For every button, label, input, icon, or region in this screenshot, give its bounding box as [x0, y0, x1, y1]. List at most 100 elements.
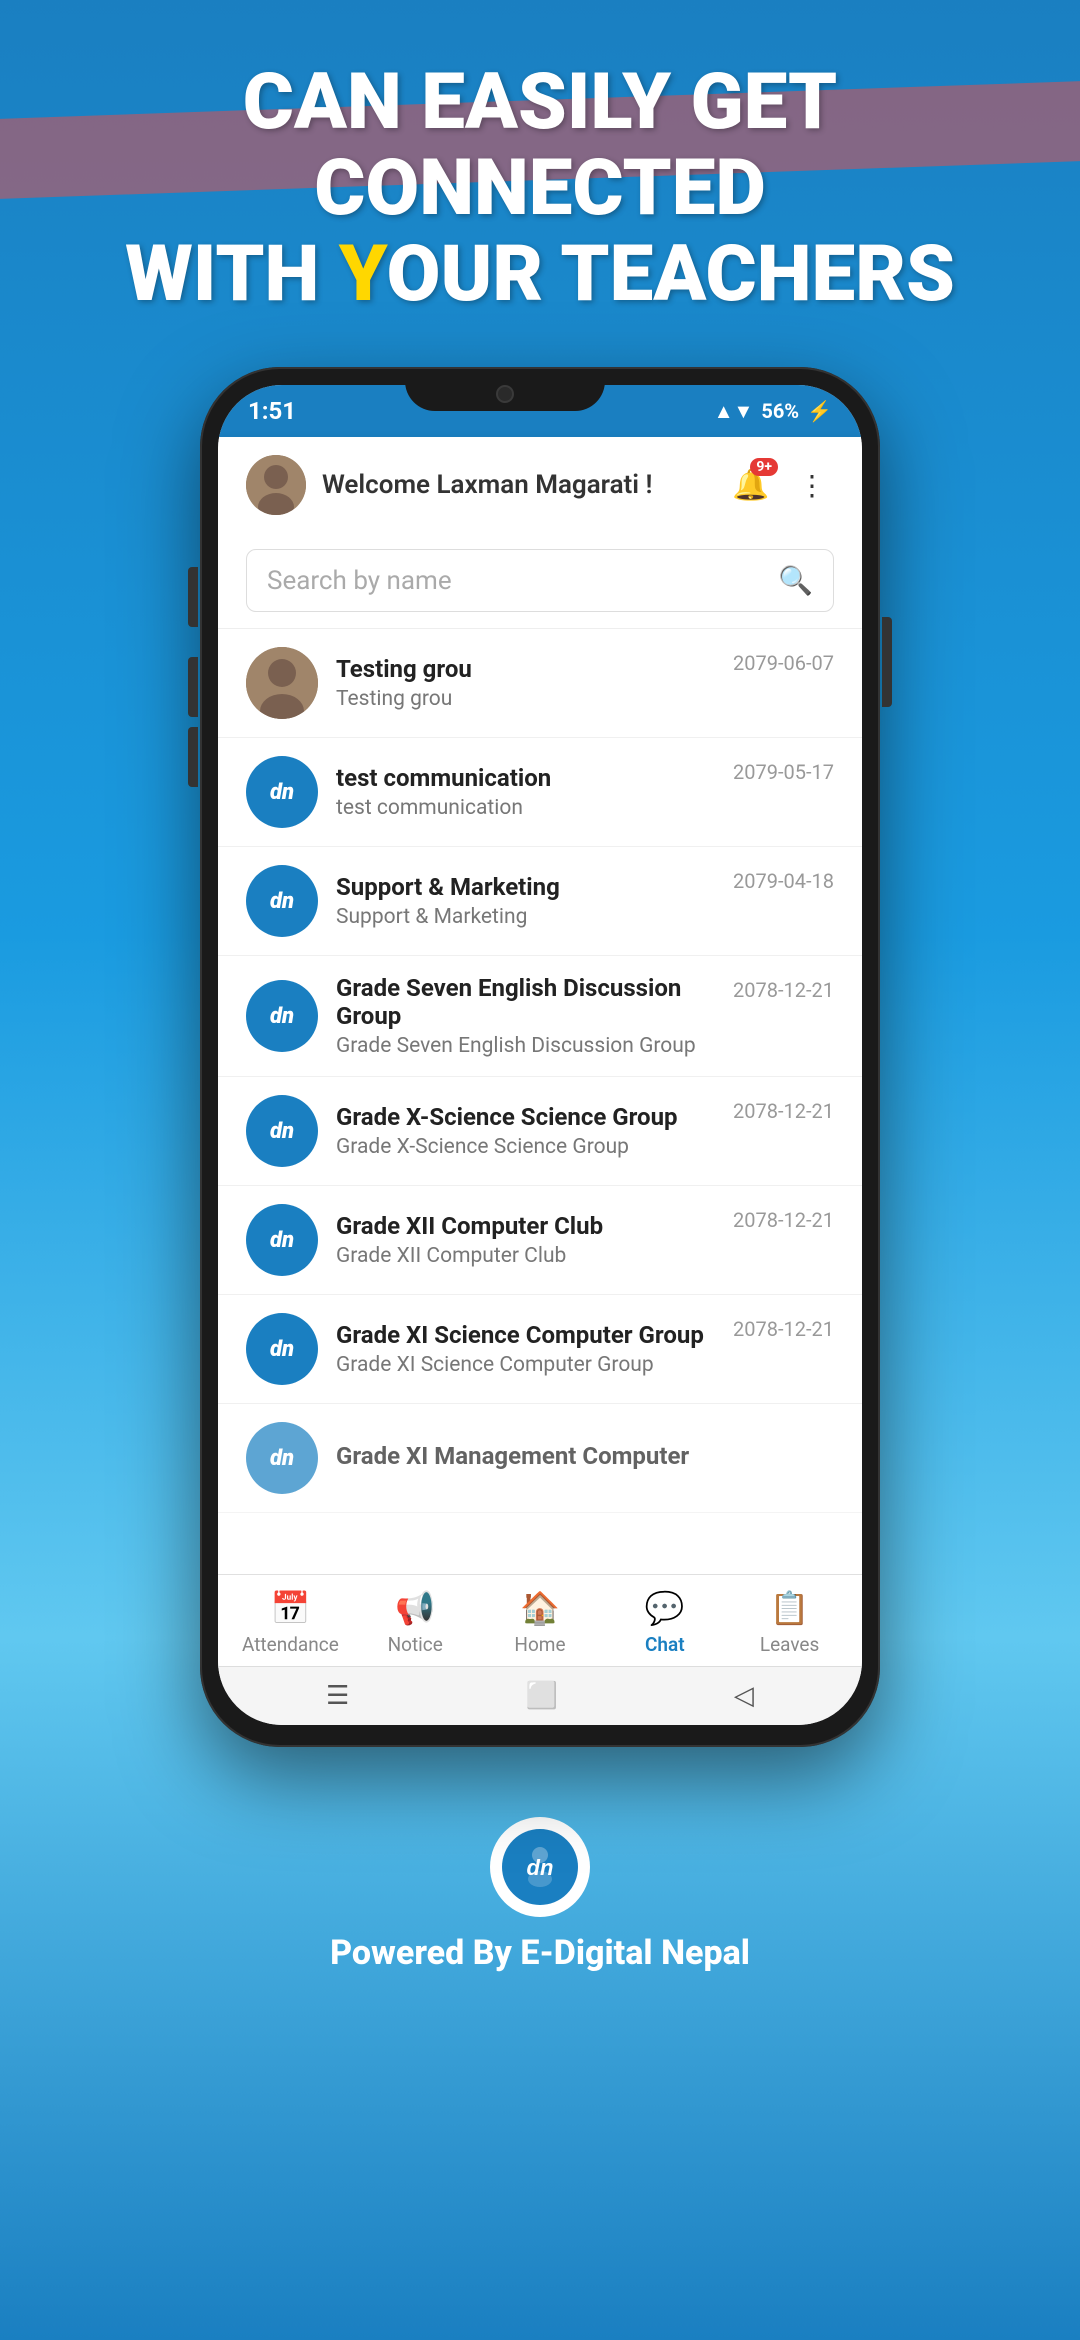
chat-preview: Grade X-Science Science Group [336, 1135, 715, 1159]
banner-title: CAN EASILY GET CONNECTED WITH YOUR TEACH… [40, 60, 1040, 317]
chat-preview: Grade XI Science Computer Group [336, 1353, 715, 1377]
chat-item[interactable]: dn Grade XII Computer Club Grade XII Com… [218, 1186, 862, 1295]
chat-date: 2079-06-07 [733, 651, 834, 675]
chat-info: Grade XI Science Computer Group Grade XI… [336, 1321, 715, 1377]
home-icon: 🏠 [520, 1589, 560, 1627]
nav-item-leaves[interactable]: 📋 Leaves [727, 1589, 852, 1656]
phone-screen: 1:51 ▲▼ 56% ⚡ [218, 385, 862, 1725]
nav-label-leaves: Leaves [760, 1633, 819, 1656]
chat-info: Grade X-Science Science Group Grade X-Sc… [336, 1103, 715, 1159]
search-input[interactable]: Search by name [267, 566, 766, 596]
chat-info: Grade Seven English Discussion Group Gra… [336, 974, 715, 1058]
system-menu-button[interactable]: ☰ [326, 1681, 349, 1711]
chat-item[interactable]: dn test communication test communication… [218, 738, 862, 847]
nav-label-home: Home [514, 1633, 565, 1656]
phone-notch [405, 385, 605, 411]
dn-logo: dn [246, 1422, 318, 1494]
leaves-icon: 📋 [770, 1589, 810, 1627]
chat-avatar: dn [246, 1204, 318, 1276]
attendance-icon: 📅 [270, 1589, 310, 1627]
nav-item-notice[interactable]: 📢 Notice [353, 1589, 478, 1656]
chat-info: Grade XII Computer Club Grade XII Comput… [336, 1212, 715, 1268]
status-time: 1:51 [248, 397, 296, 425]
dn-logo: dn [246, 865, 318, 937]
notice-icon: 📢 [395, 1589, 435, 1627]
nav-label-notice: Notice [388, 1633, 443, 1656]
nav-item-chat[interactable]: 💬 Chat [602, 1589, 727, 1656]
chat-name: test communication [336, 764, 715, 792]
chat-date: 2078-12-21 [733, 1099, 834, 1123]
menu-dots-button[interactable]: ⋮ [790, 469, 834, 502]
chat-preview: Support & Marketing [336, 905, 715, 929]
search-icon: 🔍 [778, 564, 813, 597]
system-back-button[interactable]: ◁ [734, 1681, 754, 1711]
notification-badge: 9+ [750, 458, 778, 476]
nav-item-home[interactable]: 🏠 Home [478, 1589, 603, 1656]
chat-item[interactable]: Testing grou Testing grou 2079-06-07 [218, 629, 862, 738]
chat-list: Testing grou Testing grou 2079-06-07 dn … [218, 629, 862, 1574]
chat-avatar: dn [246, 1095, 318, 1167]
bottom-nav: 📅 Attendance 📢 Notice 🏠 Home 💬 Chat 📋 [218, 1574, 862, 1666]
chat-info: Grade XI Management Computer [336, 1442, 816, 1474]
chat-info: test communication test communication [336, 764, 715, 820]
nav-item-attendance[interactable]: 📅 Attendance [228, 1589, 353, 1656]
search-container: Search by name 🔍 [218, 533, 862, 629]
footer-logo: dn [490, 1817, 590, 1917]
phone-device: 1:51 ▲▼ 56% ⚡ [200, 367, 880, 1747]
chat-name: Grade Seven English Discussion Group [336, 974, 715, 1030]
phone-wrapper: 1:51 ▲▼ 56% ⚡ [0, 337, 1080, 1787]
battery-icon: ⚡ [807, 399, 832, 423]
chat-date: 2079-04-18 [733, 869, 834, 893]
chat-name: Grade X-Science Science Group [336, 1103, 715, 1131]
chat-avatar: dn [246, 1313, 318, 1385]
chat-info: Support & Marketing Support & Marketing [336, 873, 715, 929]
footer: dn Powered By E-Digital Nepal [0, 1787, 1080, 2013]
chat-name: Grade XII Computer Club [336, 1212, 715, 1240]
chat-avatar: dn [246, 980, 318, 1052]
battery-text: 56% [761, 399, 799, 423]
chat-avatar [246, 647, 318, 719]
nav-label-attendance: Attendance [242, 1633, 339, 1656]
chat-preview: Testing grou [336, 687, 715, 711]
system-home-button[interactable]: ⬜ [525, 1681, 557, 1711]
chat-name: Testing grou [336, 655, 715, 683]
chat-date: 2078-12-21 [733, 1208, 834, 1232]
banner: CAN EASILY GET CONNECTED WITH YOUR TEACH… [0, 0, 1080, 337]
chat-name: Grade XI Science Computer Group [336, 1321, 715, 1349]
notification-bell-button[interactable]: 🔔 9+ [728, 462, 774, 508]
dn-logo: dn [246, 1313, 318, 1385]
dn-logo: dn [246, 980, 318, 1052]
chat-date: 2079-05-17 [733, 760, 834, 784]
chat-avatar: dn [246, 1422, 318, 1494]
dn-logo: dn [246, 1095, 318, 1167]
chat-date: 2078-12-21 [733, 978, 834, 1002]
notch-camera [496, 385, 514, 403]
chat-info: Testing grou Testing grou [336, 655, 715, 711]
chat-avatar: dn [246, 756, 318, 828]
chat-avatar: dn [246, 865, 318, 937]
dn-logo: dn [246, 756, 318, 828]
chat-preview: test communication [336, 796, 715, 820]
chat-icon: 💬 [645, 1589, 685, 1627]
system-nav: ☰ ⬜ ◁ [218, 1666, 862, 1725]
chat-preview: Grade Seven English Discussion Group [336, 1034, 715, 1058]
search-box[interactable]: Search by name 🔍 [246, 549, 834, 612]
signal-icon: ▲▼ [714, 399, 754, 424]
user-avatar[interactable] [246, 455, 306, 515]
status-bar: 1:51 ▲▼ 56% ⚡ [218, 385, 862, 437]
chat-preview: Grade XII Computer Club [336, 1244, 715, 1268]
chat-name: Grade XI Management Computer [336, 1442, 816, 1470]
chat-item[interactable]: dn Grade XI Science Computer Group Grade… [218, 1295, 862, 1404]
header-welcome-text: Welcome Laxman Magarati ! [322, 470, 712, 500]
footer-text: Powered By E-Digital Nepal [20, 1933, 1060, 1973]
chat-item[interactable]: dn Grade Seven English Discussion Group … [218, 956, 862, 1077]
chat-item[interactable]: dn Grade XI Management Computer [218, 1404, 862, 1513]
dn-logo: dn [246, 1204, 318, 1276]
nav-label-chat: Chat [645, 1633, 685, 1656]
chat-item[interactable]: dn Grade X-Science Science Group Grade X… [218, 1077, 862, 1186]
app-header: Welcome Laxman Magarati ! 🔔 9+ ⋮ [218, 437, 862, 533]
chat-date: 2078-12-21 [733, 1317, 834, 1341]
status-icons: ▲▼ 56% ⚡ [714, 399, 832, 424]
chat-name: Support & Marketing [336, 873, 715, 901]
chat-item[interactable]: dn Support & Marketing Support & Marketi… [218, 847, 862, 956]
